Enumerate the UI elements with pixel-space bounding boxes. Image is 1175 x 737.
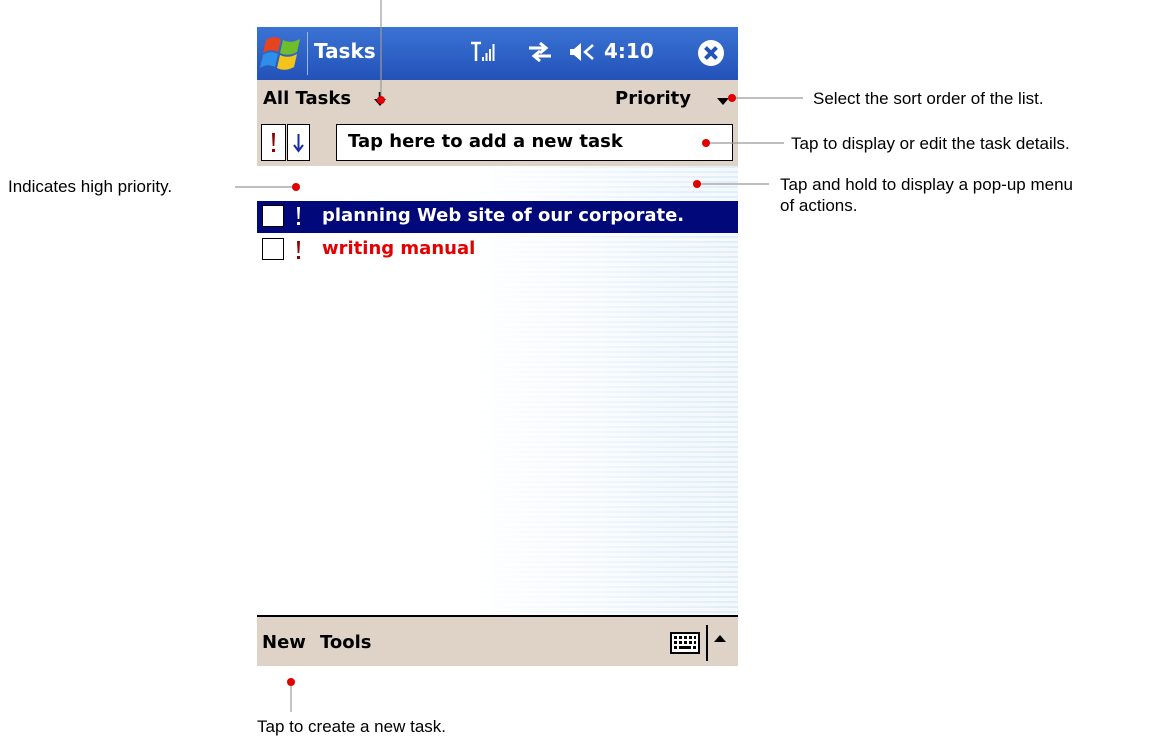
callout-popup-line: of actions.	[780, 196, 858, 215]
callout-popup-line: Tap and hold to display a pop-up menu	[780, 175, 1073, 194]
callout-new-task: Tap to create a new task.	[257, 717, 446, 736]
callout-popup: Tap and hold to display a pop-up menu of…	[780, 174, 1073, 216]
callout-sort: Select the sort order of the list.	[813, 89, 1044, 108]
callout-priority: Indicates high priority.	[8, 177, 173, 196]
callout-details: Tap to display or edit the task details.	[791, 134, 1070, 153]
callout-lines	[235, 0, 803, 712]
